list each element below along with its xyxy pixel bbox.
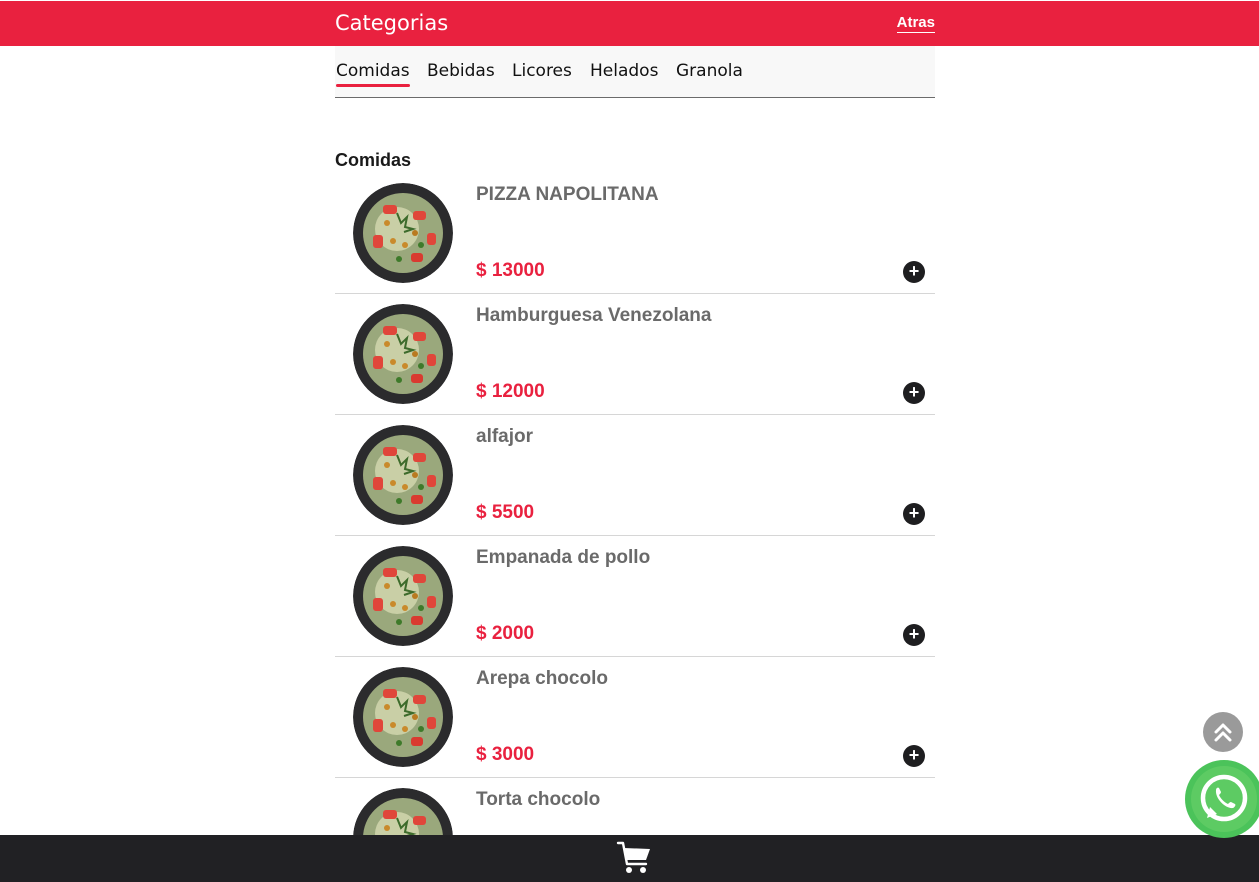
product-image <box>353 304 453 404</box>
product-price: $ 5500 <box>476 502 535 523</box>
plus-icon: + <box>908 382 920 402</box>
whatsapp-button[interactable] <box>1185 760 1259 838</box>
plus-icon: + <box>908 745 920 765</box>
product-name: Hamburguesa Venezolana <box>476 305 712 326</box>
product-item[interactable]: alfajor $ 5500 + <box>335 415 935 536</box>
product-image <box>353 546 453 646</box>
back-link[interactable]: Atras <box>896 14 935 33</box>
add-to-cart-button[interactable]: + <box>903 261 925 283</box>
product-price: $ 3000 <box>476 744 535 765</box>
plus-icon: + <box>908 261 920 281</box>
product-image <box>353 425 453 525</box>
product-item[interactable]: Empanada de pollo $ 2000 + <box>335 536 935 657</box>
add-to-cart-button[interactable]: + <box>903 624 925 646</box>
tab-bebidas[interactable]: Bebidas <box>427 61 495 81</box>
footer-bar <box>0 835 1259 882</box>
product-name: PIZZA NAPOLITANA <box>476 184 659 205</box>
product-image <box>353 183 453 283</box>
page: Categorias Atras Comidas Bebidas Licores… <box>0 0 1259 882</box>
plus-icon: + <box>908 503 920 523</box>
tab-comidas[interactable]: Comidas <box>336 61 410 87</box>
product-list: PIZZA NAPOLITANA $ 13000 + Hamburguesa V… <box>335 173 935 882</box>
product-price: $ 13000 <box>476 260 545 281</box>
plus-icon: + <box>908 624 920 644</box>
cart-button[interactable] <box>616 840 652 876</box>
product-name: alfajor <box>476 426 534 447</box>
add-to-cart-button[interactable]: + <box>903 382 925 404</box>
double-chevron-up-icon <box>1214 723 1232 742</box>
product-item[interactable]: Hamburguesa Venezolana $ 12000 + <box>335 294 935 415</box>
header-bar: Categorias Atras <box>0 1 1259 46</box>
scroll-to-top-button[interactable] <box>1203 712 1243 752</box>
product-name: Empanada de pollo <box>476 547 651 568</box>
product-item[interactable]: Arepa chocolo $ 3000 + <box>335 657 935 778</box>
add-to-cart-button[interactable]: + <box>903 745 925 767</box>
page-title: Categorias <box>335 11 449 35</box>
tab-granola[interactable]: Granola <box>676 61 743 81</box>
product-image <box>353 667 453 767</box>
product-name: Torta chocolo <box>476 789 601 810</box>
tab-licores[interactable]: Licores <box>512 61 572 81</box>
category-tabs: Comidas Bebidas Licores Helados Granola <box>335 46 935 98</box>
shopping-cart-icon <box>616 841 650 873</box>
product-item[interactable]: PIZZA NAPOLITANA $ 13000 + <box>335 173 935 294</box>
product-price: $ 2000 <box>476 623 535 644</box>
section-title: Comidas <box>335 150 412 170</box>
tab-helados[interactable]: Helados <box>590 61 658 81</box>
add-to-cart-button[interactable]: + <box>903 503 925 525</box>
product-name: Arepa chocolo <box>476 668 608 689</box>
whatsapp-icon <box>1191 766 1257 832</box>
product-price: $ 12000 <box>476 381 545 402</box>
